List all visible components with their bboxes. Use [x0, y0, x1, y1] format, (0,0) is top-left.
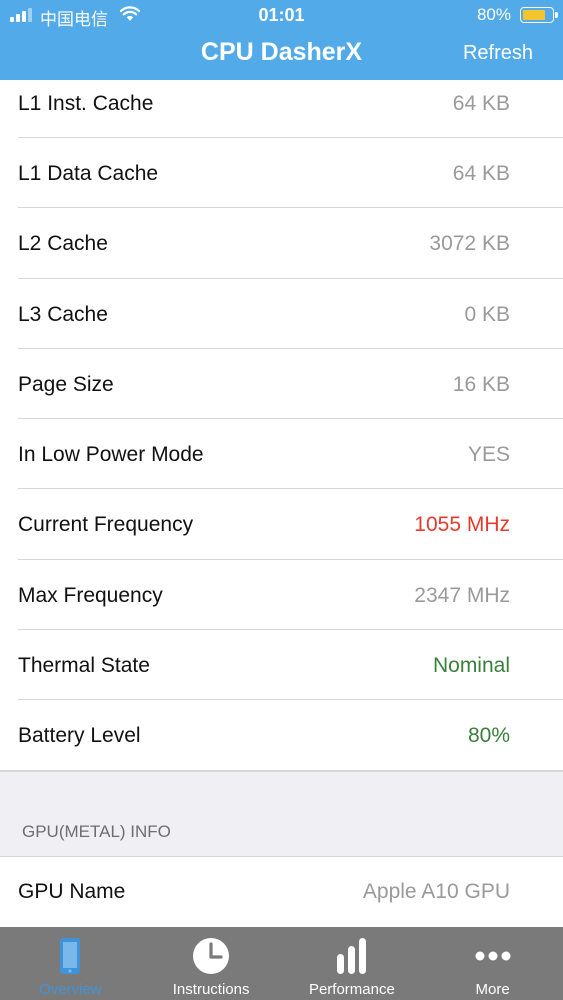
- row-value: 64 KB: [452, 162, 510, 185]
- tab-overview[interactable]: Overview: [0, 927, 141, 1000]
- row-label: Battery Level: [18, 724, 141, 748]
- row-value: Apple A10 GPU: [362, 879, 510, 903]
- battery-percentage: 80%: [476, 5, 511, 24]
- list-row-l2-cache: L2 Cache 3072 KB: [0, 208, 563, 279]
- clock-icon: [191, 936, 231, 981]
- navigation-bar: 中国电信 01:01 80% CPU DasherX Refresh: [0, 0, 563, 80]
- row-value: 2347 MHz: [414, 583, 510, 607]
- row-value: 0 KB: [464, 302, 510, 326]
- row-label: Page Size: [18, 372, 114, 396]
- row-value: 3072 KB: [429, 232, 510, 256]
- section-spacer: [0, 770, 563, 822]
- list-row-l1-data-cache: L1 Data Cache 64 KB: [0, 138, 563, 209]
- refresh-button[interactable]: Refresh: [463, 42, 533, 65]
- row-value: 1055 MHz: [414, 513, 510, 537]
- cpu-info-list[interactable]: L1 Inst. Cache 64 KB L1 Data Cache 64 KB…: [0, 80, 563, 929]
- bar-chart-icon: [334, 936, 370, 981]
- section-header-gpu: GPU(METAL) INFO: [0, 821, 563, 856]
- row-value: Nominal: [432, 654, 510, 678]
- section-header-label: GPU(METAL) INFO: [22, 821, 171, 841]
- status-bar: 中国电信 01:01 80%: [0, 0, 563, 32]
- tab-performance[interactable]: Performance: [282, 927, 423, 1000]
- phone-icon: [55, 936, 85, 981]
- list-row-l3-cache: L3 Cache 0 KB: [0, 278, 563, 349]
- row-label: L2 Cache: [18, 232, 108, 256]
- list-row-current-frequency: Current Frequency 1055 MHz: [0, 489, 563, 560]
- row-value: 80%: [467, 724, 510, 748]
- tab-label: More: [475, 981, 510, 998]
- row-label: Max Frequency: [18, 583, 163, 607]
- tab-instructions[interactable]: Instructions: [141, 927, 282, 1000]
- row-value: 64 KB: [452, 92, 510, 115]
- list-row-max-frequency: Max Frequency 2347 MHz: [0, 559, 563, 631]
- row-label: L1 Inst. Cache: [18, 92, 154, 115]
- row-label: Current Frequency: [18, 513, 194, 537]
- list-row-gpu-name: GPU Name Apple A10 GPU: [0, 855, 563, 929]
- list-row-page-size: Page Size 16 KB: [0, 348, 563, 420]
- list-row-low-power-mode: In Low Power Mode YES: [0, 419, 563, 490]
- tab-label: Instructions: [172, 981, 250, 998]
- list-row-l1-inst-cache: L1 Inst. Cache 64 KB: [0, 80, 563, 138]
- row-label: Thermal State: [18, 654, 150, 678]
- list-row-thermal-state: Thermal State Nominal: [0, 630, 563, 701]
- row-label: L1 Data Cache: [18, 162, 159, 185]
- tab-label: Overview: [39, 981, 102, 998]
- row-label: GPU Name: [18, 879, 126, 903]
- tab-more[interactable]: More: [422, 927, 563, 1000]
- row-label: L3 Cache: [18, 302, 108, 326]
- battery-icon: [520, 7, 558, 23]
- tab-label: Performance: [308, 981, 395, 998]
- row-value: 16 KB: [452, 372, 510, 396]
- more-icon: [473, 936, 513, 981]
- tab-bar: Overview Instructions Performance More: [0, 927, 563, 1000]
- row-value: YES: [467, 443, 510, 467]
- list-row-battery-level: Battery Level 80%: [0, 700, 563, 771]
- row-label: In Low Power Mode: [18, 443, 204, 467]
